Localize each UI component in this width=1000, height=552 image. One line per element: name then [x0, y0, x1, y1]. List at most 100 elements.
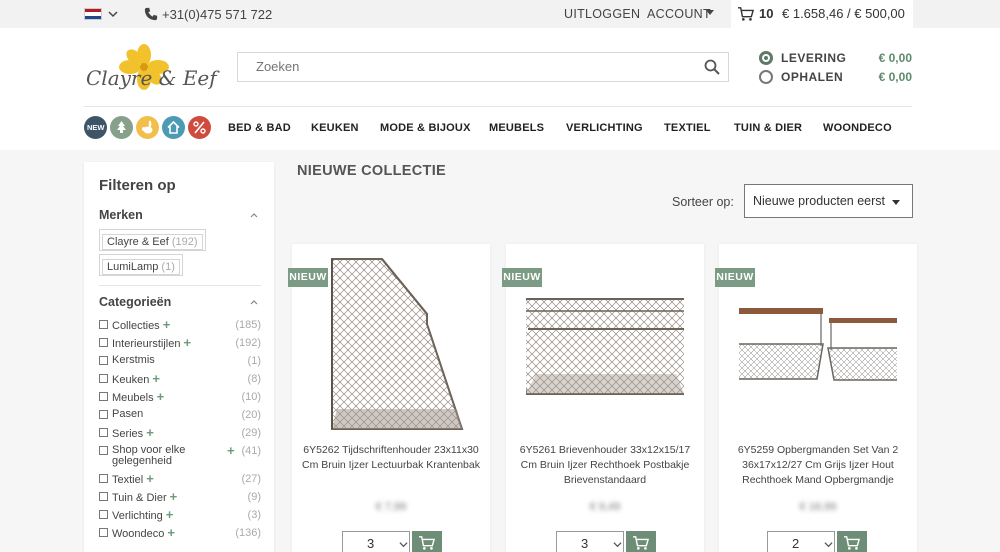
- checkbox[interactable]: [99, 492, 108, 501]
- new-icon-label: NEW: [87, 123, 105, 132]
- nav-verlichting[interactable]: VERLICHTING: [566, 122, 643, 134]
- product-card[interactable]: NIEUW 6Y5262 Tijdschriftenhouder 23x11x3…: [288, 244, 490, 552]
- product-name[interactable]: 6Y5261 Brievenhouder 33x12x15/17 Cm Brui…: [514, 443, 696, 488]
- percent-icon[interactable]: [188, 116, 211, 139]
- phone-number[interactable]: +31(0)475 571 722: [162, 7, 272, 22]
- category-count: (3): [247, 509, 261, 521]
- radio-levering[interactable]: [759, 51, 773, 65]
- expand-plus-icon[interactable]: +: [152, 371, 160, 386]
- checkbox[interactable]: [99, 446, 108, 455]
- rabbit-icon[interactable]: [136, 116, 159, 139]
- nav-woondeco[interactable]: WOONDECO: [823, 122, 892, 134]
- add-to-cart-button[interactable]: [837, 531, 867, 552]
- category-count: (27): [241, 473, 261, 485]
- sort-dropdown[interactable]: Nieuwe producten eerst: [744, 184, 913, 218]
- main-nav: NEW BED & BAD KEUKEN MODE & BIJOUX MEUBE…: [0, 106, 1000, 150]
- delivery-option-ophalen[interactable]: OPHALEN € 0,00: [759, 69, 915, 88]
- category-name: Verlichting: [112, 510, 163, 522]
- add-to-cart-button[interactable]: [412, 531, 442, 552]
- pickup-price: € 0,00: [878, 70, 912, 84]
- brand-chip-lumilamp[interactable]: LumiLamp (1): [99, 254, 183, 276]
- account-menu[interactable]: ACCOUNT: [647, 7, 711, 21]
- caret-down-icon: [892, 200, 900, 205]
- category-count: (185): [235, 319, 261, 331]
- product-name[interactable]: 6Y5259 Opbergmanden Set Van 2 36x17x12/2…: [727, 443, 909, 488]
- expand-plus-icon[interactable]: +: [146, 425, 154, 440]
- new-icon[interactable]: NEW: [84, 116, 107, 139]
- nav-keuken[interactable]: KEUKEN: [311, 122, 359, 134]
- cart-summary[interactable]: 10 € 1.658,46 / € 500,00: [731, 0, 913, 28]
- magazine-holder-image: [331, 258, 464, 430]
- product-card[interactable]: NIEUW 6Y5261 Brievenhouder 33x12x15/17 C…: [502, 244, 704, 552]
- expand-plus-icon[interactable]: +: [146, 471, 154, 486]
- expand-plus-icon[interactable]: +: [167, 525, 175, 540]
- nav-meubels[interactable]: MEUBELS: [489, 122, 544, 134]
- chevron-up-icon[interactable]: [250, 298, 258, 306]
- search-icon[interactable]: [704, 59, 720, 75]
- search-box[interactable]: [237, 52, 729, 82]
- product-image[interactable]: [514, 254, 698, 436]
- logout-link[interactable]: UITLOGGEN: [564, 7, 640, 21]
- nav-mode-bijoux[interactable]: MODE & BIJOUX: [380, 122, 471, 134]
- delivery-option-levering[interactable]: LEVERING € 0,00: [759, 50, 915, 69]
- brands-heading[interactable]: Merken: [99, 208, 143, 222]
- phone-icon: [144, 7, 158, 21]
- category-count: (9): [247, 491, 261, 503]
- category-item[interactable]: Shop voor elke gelegenheid + (41): [99, 444, 261, 467]
- quantity-select[interactable]: 2: [767, 531, 835, 552]
- category-name: Kerstmis: [112, 354, 155, 366]
- add-to-cart-button[interactable]: [626, 531, 656, 552]
- delivery-label: LEVERING: [781, 51, 847, 65]
- quantity-value: 3: [367, 536, 375, 551]
- expand-plus-icon[interactable]: +: [166, 507, 174, 522]
- account-chevron-icon[interactable]: [706, 10, 714, 15]
- checkbox[interactable]: [99, 320, 108, 329]
- category-count: (136): [235, 527, 261, 539]
- checkbox[interactable]: [99, 374, 108, 383]
- cart-icon[interactable]: [737, 6, 755, 22]
- chevron-up-icon[interactable]: [250, 211, 258, 219]
- checkbox[interactable]: [99, 338, 108, 347]
- logo[interactable]: Clayre & Eef: [86, 42, 217, 94]
- product-image[interactable]: [312, 254, 470, 436]
- nav-textiel[interactable]: TEXTIEL: [664, 122, 711, 134]
- tree-icon[interactable]: [110, 116, 133, 139]
- checkbox[interactable]: [99, 356, 108, 365]
- divider: [84, 106, 912, 107]
- category-name: Woondeco: [112, 528, 165, 540]
- checkbox[interactable]: [99, 410, 108, 419]
- expand-plus-icon[interactable]: +: [163, 317, 171, 332]
- house-icon[interactable]: [162, 116, 185, 139]
- expand-plus-icon[interactable]: +: [183, 335, 191, 350]
- categories-heading[interactable]: Categorieën: [99, 295, 171, 309]
- category-count: (10): [241, 391, 261, 403]
- brand-chip-clayre-eef[interactable]: Clayre & Eef (192): [99, 229, 206, 251]
- sort-label: Sorteer op:: [672, 195, 734, 209]
- nav-tuin-dier[interactable]: TUIN & DIER: [734, 122, 802, 134]
- quantity-select[interactable]: 3: [556, 531, 624, 552]
- cart-icon: [844, 536, 861, 550]
- cart-icon: [419, 536, 436, 550]
- language-flag-icon[interactable]: [84, 8, 102, 20]
- top-bar: +31(0)475 571 722 UITLOGGEN ACCOUNT 10 €…: [0, 0, 1000, 28]
- expand-plus-icon[interactable]: +: [157, 389, 165, 404]
- category-count: (29): [241, 427, 261, 439]
- search-input[interactable]: [256, 59, 686, 74]
- product-price: € 16,99: [799, 501, 837, 513]
- quantity-select[interactable]: 3: [342, 531, 410, 552]
- radio-ophalen[interactable]: [759, 70, 773, 84]
- chevron-down-icon[interactable]: [108, 9, 118, 19]
- expand-plus-icon[interactable]: +: [227, 444, 235, 457]
- product-name[interactable]: 6Y5262 Tijdschriftenhouder 23x11x30 Cm B…: [300, 443, 482, 473]
- checkbox[interactable]: [99, 428, 108, 437]
- checkbox[interactable]: [99, 474, 108, 483]
- checkbox[interactable]: [99, 528, 108, 537]
- nav-bed-bad[interactable]: BED & BAD: [228, 122, 291, 134]
- checkbox[interactable]: [99, 392, 108, 401]
- category-name: Keuken: [112, 374, 150, 386]
- cart-total: € 1.658,46 / € 500,00: [782, 6, 905, 21]
- expand-plus-icon[interactable]: +: [170, 489, 178, 504]
- product-image[interactable]: [726, 254, 912, 436]
- product-card[interactable]: NIEUW 6Y5259 Opbergmanden Set Van 2 36x1…: [715, 244, 917, 552]
- checkbox[interactable]: [99, 510, 108, 519]
